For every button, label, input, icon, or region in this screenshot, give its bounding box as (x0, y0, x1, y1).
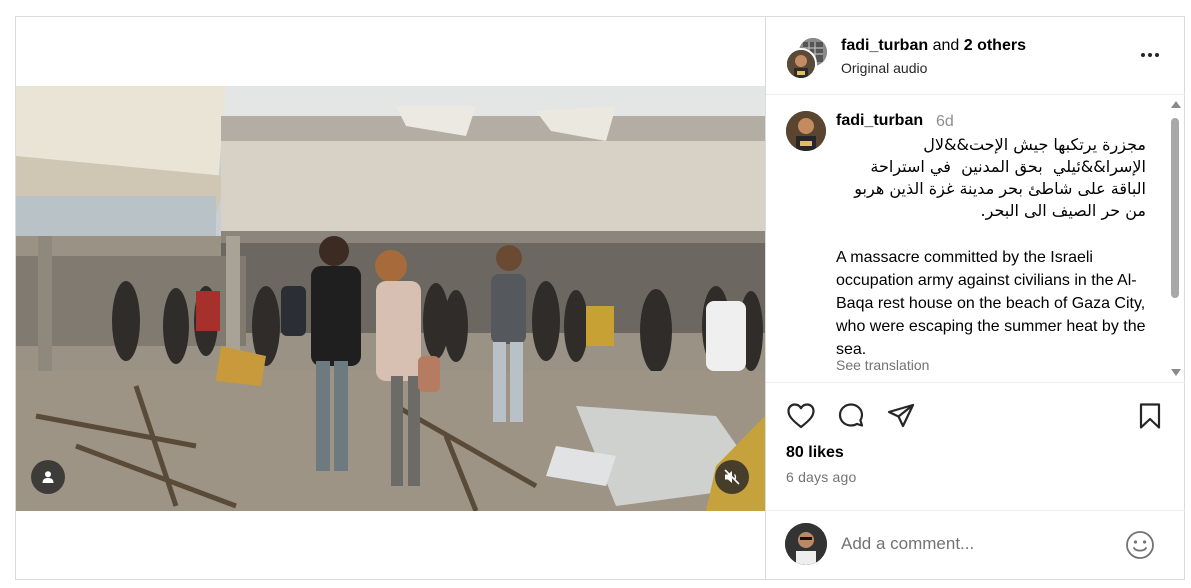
caption-arabic-text: مجزرة يرتكبها جيش الإحت&&لال الإسرا&&ئيل… (854, 135, 1146, 220)
comment-icon[interactable] (836, 401, 866, 431)
scroll-up-icon[interactable] (1171, 101, 1181, 108)
mute-button[interactable] (715, 460, 749, 494)
original-audio-link[interactable]: Original audio (841, 60, 927, 76)
avatar (785, 523, 827, 565)
likes-count[interactable]: 80 likes (786, 444, 844, 462)
comment-bar (766, 510, 1185, 579)
others-link[interactable]: 2 others (964, 37, 1026, 54)
see-translation-link[interactable]: See translation (836, 357, 929, 373)
speaker-muted-icon (724, 469, 740, 485)
avatar[interactable] (786, 111, 826, 151)
scroll-down-icon[interactable] (1171, 369, 1181, 376)
more-dot (1148, 53, 1152, 57)
bookmark-icon[interactable] (1135, 401, 1165, 431)
details-panel: fadi_turban and 2 others Original audio … (765, 17, 1185, 579)
user-tag-icon (42, 471, 54, 483)
video-frame (16, 86, 765, 511)
comment-input[interactable] (841, 531, 1111, 557)
post-timestamp[interactable]: 6 days ago (786, 469, 857, 485)
post-video[interactable] (16, 86, 765, 511)
post-dialog: fadi_turban and 2 others Original audio … (15, 16, 1185, 580)
scroll-thumb[interactable] (1171, 118, 1179, 298)
smiley-icon[interactable] (1124, 529, 1156, 561)
more-options-button[interactable] (1136, 45, 1164, 65)
send-icon[interactable] (886, 401, 916, 431)
and-text: and (932, 37, 960, 54)
caption-english-text: A massacre committed by the Israeli occu… (836, 249, 1146, 358)
avatar (785, 48, 817, 80)
header-usernames: fadi_turban and 2 others (841, 37, 1026, 55)
media-panel (16, 17, 765, 579)
more-dot (1155, 53, 1159, 57)
author-username-link[interactable]: fadi_turban (841, 37, 928, 54)
caption-section: fadi_turban 6d مجزرة يرتكبها جيش الإحت&&… (766, 95, 1185, 383)
caption-time[interactable]: 6d (936, 113, 954, 131)
heart-icon[interactable] (786, 401, 816, 431)
action-bar (766, 383, 1185, 443)
user-tag-button[interactable] (31, 460, 65, 494)
collaborator-avatars[interactable] (785, 36, 829, 80)
post-header: fadi_turban and 2 others Original audio (766, 17, 1185, 95)
caption-username[interactable]: fadi_turban (836, 112, 923, 130)
more-dots-icon (1141, 53, 1145, 57)
caption-scrollbar[interactable] (1168, 101, 1182, 379)
